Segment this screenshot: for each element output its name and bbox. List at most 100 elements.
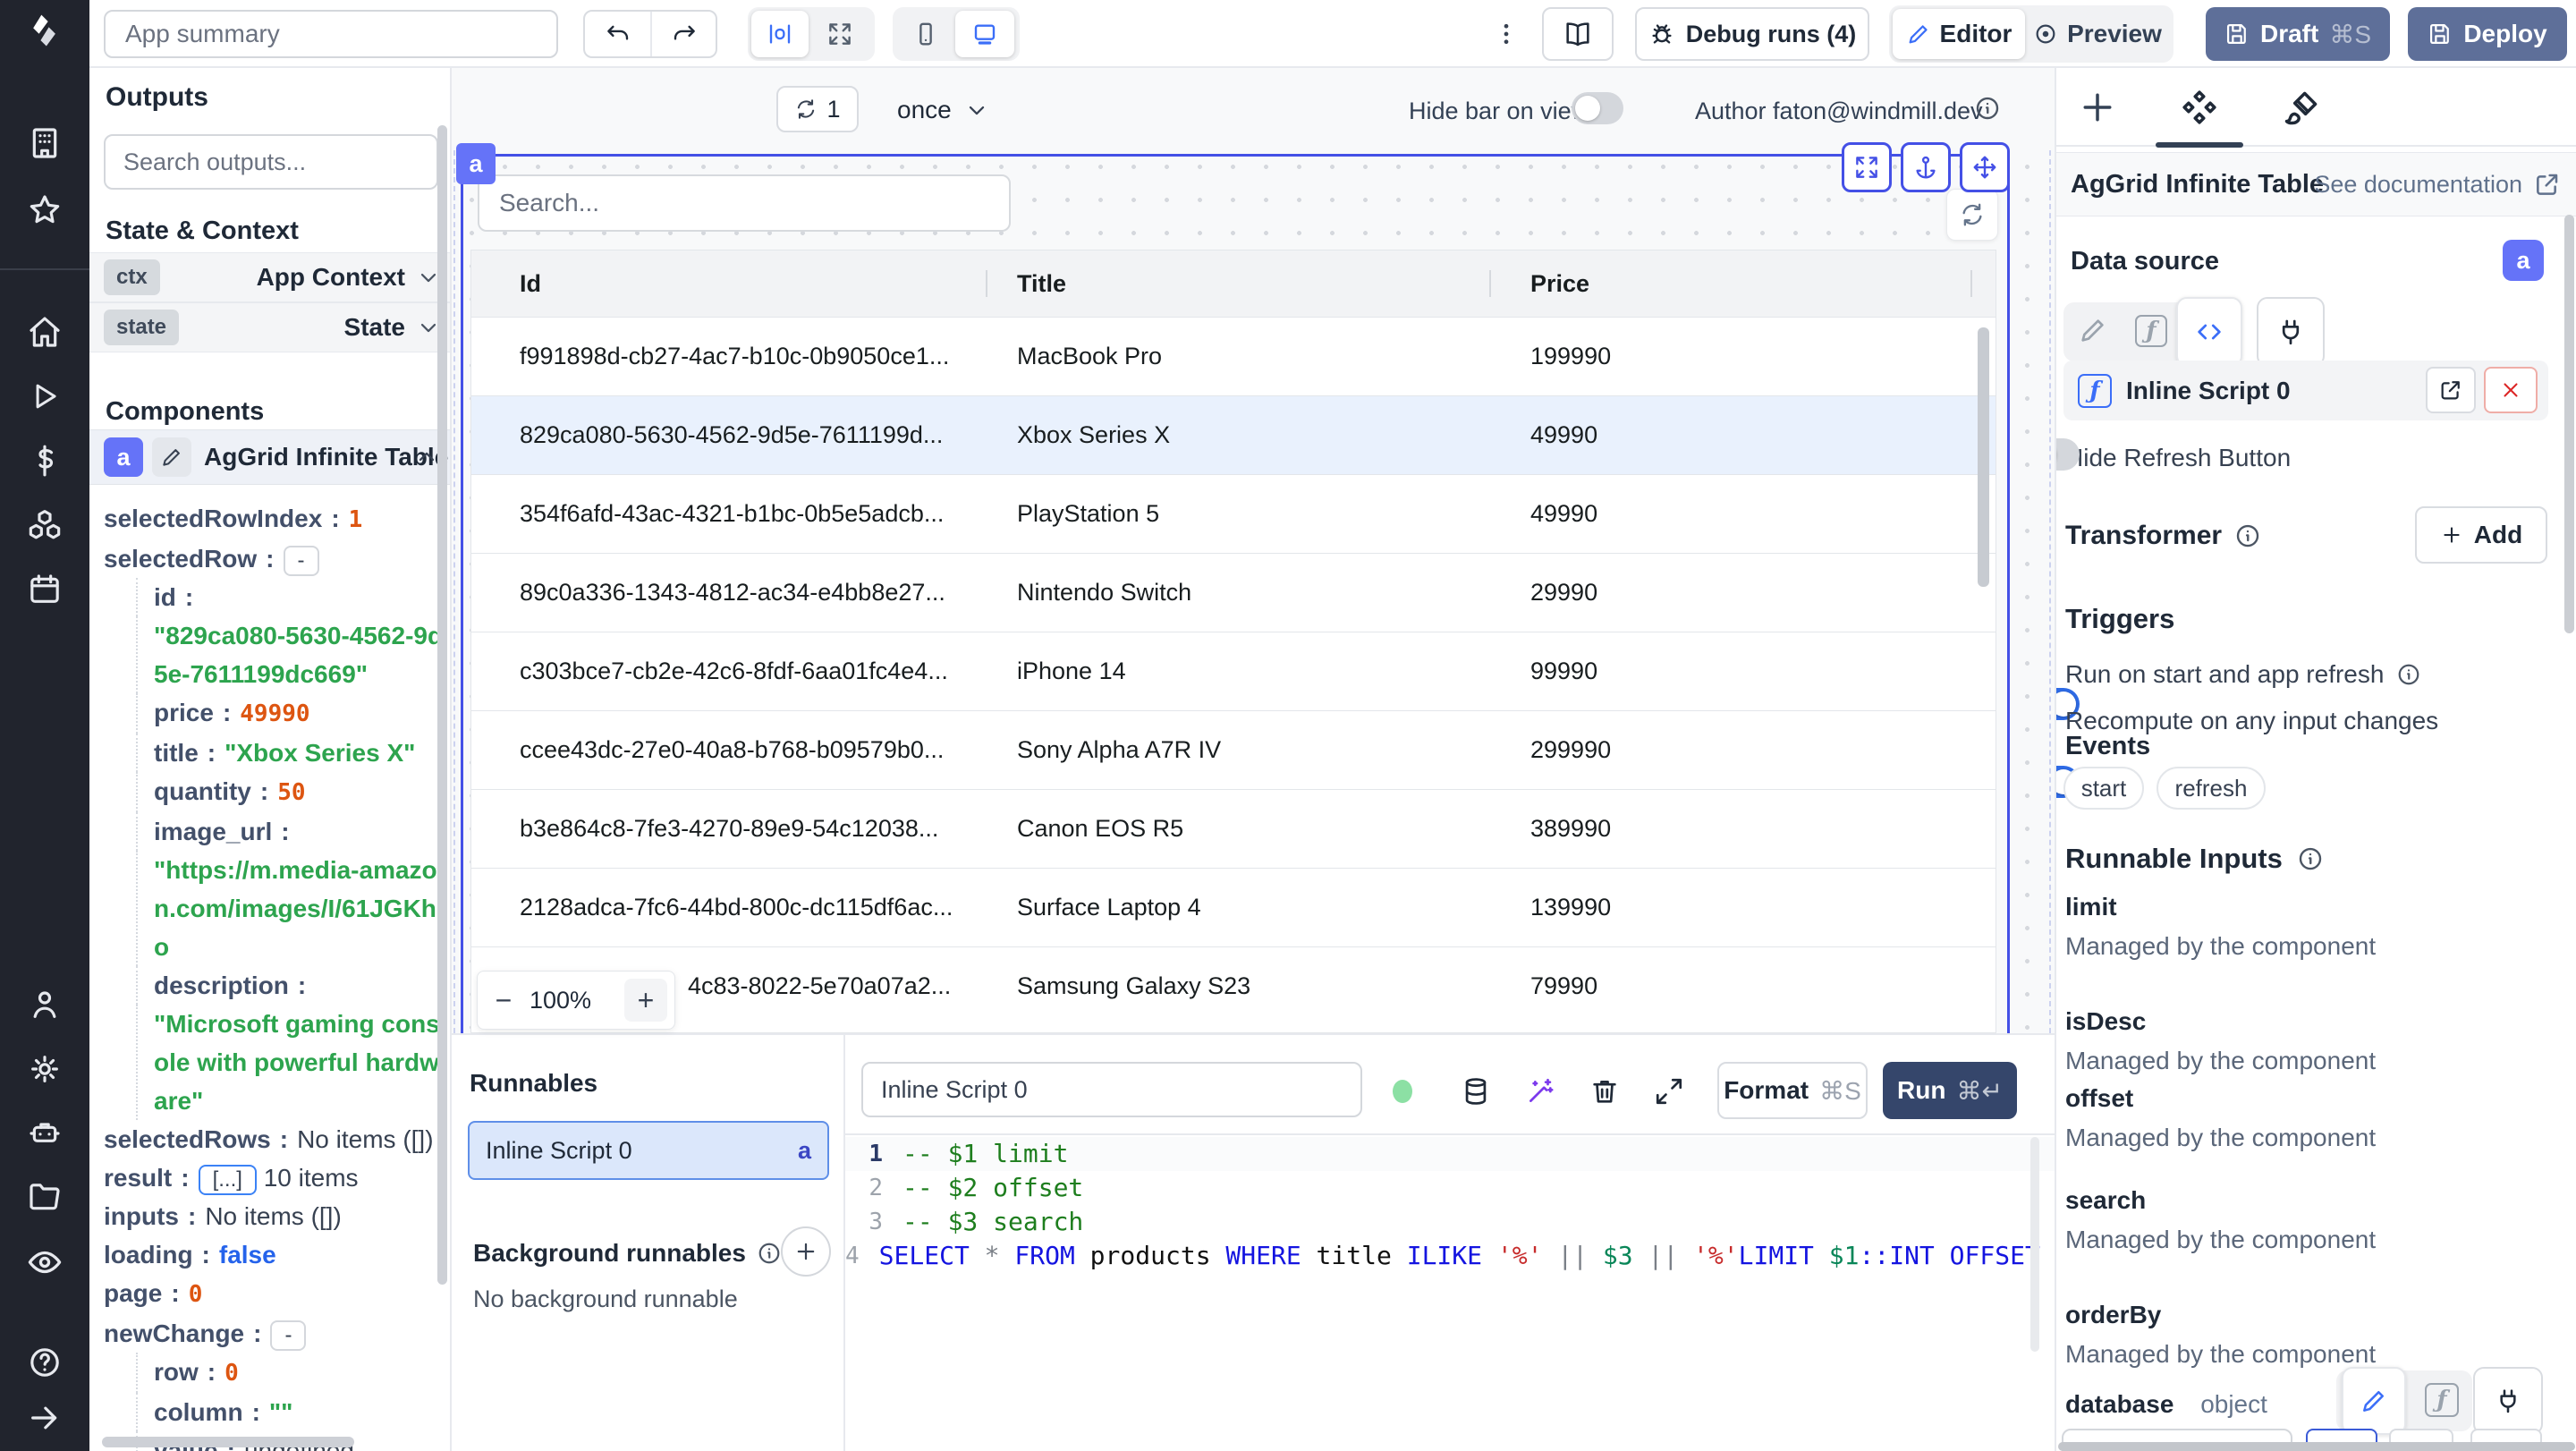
variables-icon[interactable] [24,440,65,481]
ctx-row[interactable]: ctx App Context [89,252,450,302]
schedule-dropdown[interactable]: once [897,96,989,124]
event-start-pill[interactable]: start [2063,767,2144,810]
ai-assistant-icon[interactable] [24,1113,65,1154]
run-button[interactable]: Run ⌘↵ [1883,1062,2017,1119]
output-tree-entry[interactable]: inputs: No items ([]) [104,1197,445,1235]
right-vertical-scrollbar[interactable] [2564,215,2574,633]
output-tree-entry[interactable]: page:0 [104,1274,445,1314]
table-row[interactable]: b3e864c8-7fe3-4270-89e9-54c12038... Cano… [471,789,1996,868]
anchor-component-icon[interactable] [1901,142,1951,192]
eval-mode-icon[interactable] [2176,297,2242,367]
code-line[interactable]: 2 -- $2 offset [845,1171,2055,1205]
hide-bar-toggle[interactable] [1572,92,1623,124]
static-value-mode-icon[interactable] [2078,315,2108,345]
move-component-icon[interactable] [1960,142,2010,192]
output-tree-entry[interactable]: column: "" [136,1393,445,1431]
output-tree-entry[interactable]: quantity:50 [136,772,445,812]
open-script-icon[interactable] [2426,367,2476,413]
output-tree-entry[interactable]: id: [136,578,445,616]
styling-tab[interactable] [2282,88,2321,127]
database-icon[interactable] [1461,1076,1491,1107]
preview-tab[interactable]: Preview [2025,20,2170,48]
full-width-layout-button[interactable] [809,21,871,47]
editor-tab[interactable]: Editor [1893,9,2025,59]
output-tree-entry[interactable]: newChange: - [104,1314,445,1353]
windmill-logo-icon[interactable] [24,11,65,52]
table-row[interactable]: 2128adca-7fc6-44bd-800c-dc115df6ac... Su… [471,868,1996,946]
table-vertical-scrollbar[interactable] [1978,327,1989,587]
table-row[interactable]: 829ca080-5630-4562-9d5e-7611199d... Xbox… [471,395,1996,474]
event-refresh-pill[interactable]: refresh [2157,767,2266,810]
code-line[interactable]: 4 SELECT * FROM products WHERE title ILIK… [845,1239,2176,1273]
settings-icon[interactable] [24,1048,65,1090]
mobile-view-button[interactable] [896,21,955,47]
undo-button[interactable] [585,12,650,56]
edit-component-id-icon[interactable] [152,437,191,477]
column-header-price[interactable]: Price [1491,250,1972,317]
runnable-item[interactable]: Inline Script 0 a [468,1121,829,1180]
table-row[interactable]: f991898d-cb27-4ac7-b10c-0b9050ce1... Mac… [471,317,1996,395]
column-header-id[interactable]: Id [471,250,987,317]
code-line[interactable]: 1 -- $1 limit [845,1137,2055,1171]
ai-wand-icon[interactable] [1525,1076,1555,1107]
add-transformer-button[interactable]: Add [2415,506,2547,564]
folders-icon[interactable] [24,1177,65,1218]
output-tree-entry[interactable]: description: [136,966,445,1005]
remove-script-icon[interactable] [2484,367,2538,413]
expand-editor-icon[interactable] [1654,1076,1684,1107]
column-header-title[interactable]: Title [987,250,1491,317]
redo-button[interactable] [650,12,716,56]
expand-object-button[interactable]: - [270,1319,307,1351]
expand-object-button[interactable]: - [283,545,319,576]
debug-runs-button[interactable]: Debug runs (4) [1635,7,1869,61]
audit-logs-icon[interactable] [24,1242,65,1283]
table-row[interactable]: 89c0a336-1343-4812-ac34-e4bb8e27... Nint… [471,553,1996,632]
zoom-in-button[interactable]: + [624,979,667,1022]
connect-mode-icon[interactable] [2257,297,2325,367]
deploy-button[interactable]: Deploy [2408,7,2567,61]
delete-script-icon[interactable] [1589,1076,1620,1107]
database-static-mode-icon[interactable] [2342,1367,2406,1435]
add-background-runnable-button[interactable] [781,1226,831,1277]
zoom-out-button[interactable]: − [478,984,530,1017]
docs-book-button[interactable] [1542,7,1614,61]
desktop-view-button[interactable] [955,11,1014,57]
output-tree-entry[interactable]: image_url: [136,812,445,851]
outputs-vertical-scrollbar[interactable] [437,125,447,1285]
aggrid-component[interactable]: a Id Title Price [456,142,2010,1033]
code-line[interactable]: 3 -- $3 search [845,1205,2055,1239]
collapse-sidebar-icon[interactable] [24,1397,65,1438]
expand-result-button[interactable]: [...] [198,1164,257,1195]
output-tree-entry[interactable]: selectedRows: No items ([]) [104,1120,445,1158]
favorites-icon[interactable] [24,190,65,231]
expand-component-icon[interactable] [1842,142,1892,192]
state-row[interactable]: state State [89,302,450,352]
app-summary-input[interactable] [104,10,558,58]
output-tree-entry[interactable]: result: [...] 10 items [104,1158,445,1197]
editor-scrollbar[interactable] [2030,1137,2039,1352]
search-outputs-input[interactable] [104,134,438,190]
outputs-horizontal-scrollbar[interactable] [102,1437,354,1447]
table-search-input[interactable] [478,174,1011,232]
center-layout-button[interactable] [751,11,809,57]
component-outputs-header[interactable]: a AgGrid Infinite Table [89,429,450,485]
workspace-icon[interactable] [24,123,65,164]
draft-button[interactable]: Draft ⌘S [2206,7,2390,61]
insert-component-tab[interactable] [2078,88,2117,127]
more-menu-icon[interactable] [1485,13,1528,55]
component-settings-tab[interactable] [2180,88,2219,127]
output-tree-entry[interactable]: selectedRowIndex:1 [104,499,445,539]
output-tree-entry[interactable]: price:49990 [136,693,445,734]
output-tree-entry[interactable]: row:0 [136,1353,445,1393]
home-icon[interactable] [24,311,65,352]
table-row[interactable]: 4c83-8022-5e70a07a2... Samsung Galaxy S2… [471,946,1996,1025]
script-name-input[interactable] [861,1062,1362,1117]
help-icon[interactable] [24,1342,65,1383]
runs-icon[interactable] [24,376,65,417]
table-row[interactable]: c303bce7-cb2e-42c6-8fdf-6aa01fc4e4... iP… [471,632,1996,710]
format-button[interactable]: Format ⌘S [1717,1062,1868,1119]
database-template-mode-icon[interactable]: ƒ [2425,1383,2459,1417]
account-icon[interactable] [24,984,65,1025]
database-connect-mode-icon[interactable] [2473,1367,2543,1435]
author-info-icon[interactable] [1974,95,2001,122]
